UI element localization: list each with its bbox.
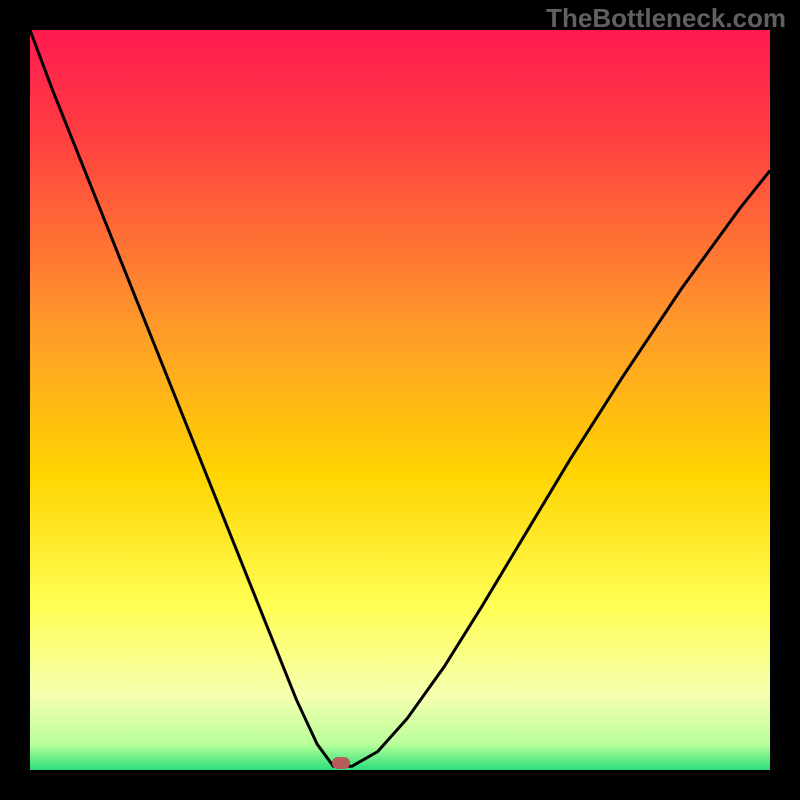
optimal-marker xyxy=(332,757,350,769)
chart-container: TheBottleneck.com xyxy=(0,0,800,800)
curve-layer xyxy=(30,30,770,770)
watermark-text: TheBottleneck.com xyxy=(546,3,786,34)
plot-area xyxy=(30,30,770,770)
bottleneck-curve xyxy=(30,30,770,766)
